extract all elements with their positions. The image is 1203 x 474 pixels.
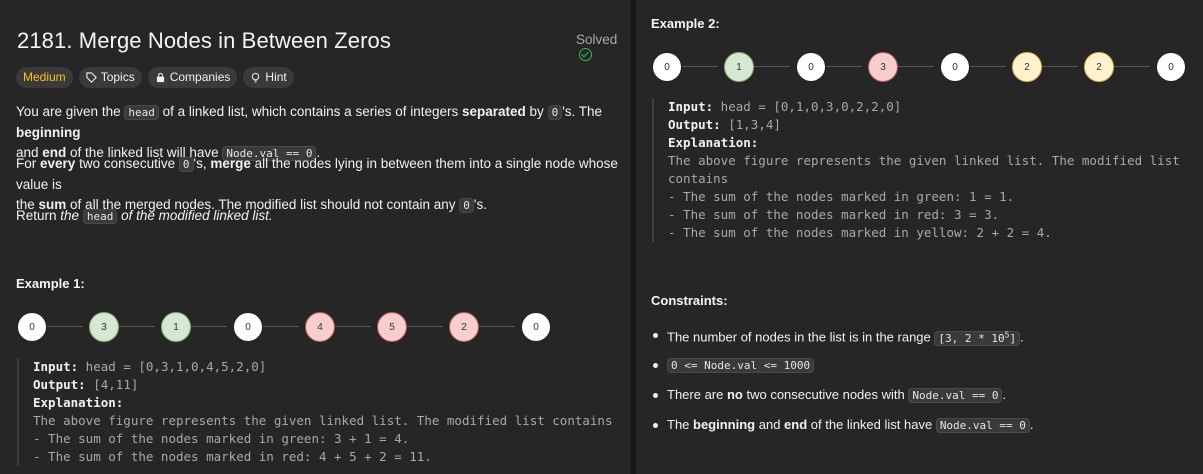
node-arrow — [407, 323, 449, 329]
list-node: 0 — [940, 52, 970, 82]
constraint-item: The number of nodes in the list is in th… — [652, 325, 1192, 355]
node-arrow — [47, 323, 89, 329]
example-1-label: Example 1: — [16, 276, 85, 291]
check-circle-icon — [579, 48, 592, 61]
node-arrow — [898, 63, 940, 69]
node-arrow — [263, 323, 305, 329]
list-node: 2 — [1012, 52, 1042, 82]
example-1-block: Input: head = [0,3,1,0,4,5,2,0] Output: … — [17, 358, 612, 466]
solved-label: Solved — [576, 32, 618, 47]
problem-description-panel-continued: Example 2: 0 1 0 3 0 2 2 0 Input: head = [0,1,0… — [636, 0, 1203, 474]
tag-icon — [86, 72, 97, 83]
example-1-linked-list-figure: 0 3 1 0 4 5 2 0 — [17, 310, 557, 344]
list-node: 1 — [724, 52, 754, 82]
node-arrow — [682, 63, 724, 69]
list-node: 2 — [449, 312, 479, 342]
constraints-list: The number of nodes in the list is in th… — [652, 325, 1192, 445]
list-node: 0 — [796, 52, 826, 82]
list-node: 0 — [17, 312, 47, 342]
example-2-block: Input: head = [0,1,0,3,0,2,2,0] Output: … — [652, 98, 1180, 242]
constraint-item: 0 <= Node.val <= 1000 — [652, 355, 1192, 385]
list-node: 5 — [377, 312, 407, 342]
problem-title[interactable]: 2181. Merge Nodes in Between Zeros — [17, 28, 391, 54]
node-arrow — [970, 63, 1012, 69]
constraint-item: There are no two consecutive nodes with … — [652, 385, 1192, 415]
list-node: 4 — [305, 312, 335, 342]
node-arrow — [335, 323, 377, 329]
constraints-label: Constraints: — [651, 293, 728, 308]
node-arrow — [479, 323, 521, 329]
hint-tag[interactable]: Hint — [243, 67, 294, 88]
companies-tag[interactable]: Companies — [147, 67, 238, 88]
list-node: 1 — [161, 312, 191, 342]
constraint-item: The beginning and end of the linked list… — [652, 415, 1192, 445]
list-node: 3 — [89, 312, 119, 342]
node-arrow — [754, 63, 796, 69]
list-node: 2 — [1084, 52, 1114, 82]
solved-status: Solved — [576, 32, 630, 63]
node-arrow — [1042, 63, 1084, 69]
list-node: 0 — [233, 312, 263, 342]
example-2-linked-list-figure: 0 1 0 3 0 2 2 0 — [652, 50, 1197, 84]
problem-description-panel: 2181. Merge Nodes in Between Zeros Solve… — [0, 0, 630, 474]
node-arrow — [119, 323, 161, 329]
list-node: 3 — [868, 52, 898, 82]
description-paragraph-3: Return the head of the modified linked l… — [16, 208, 273, 224]
node-arrow — [1114, 63, 1156, 69]
problem-tags: Medium Topics Companies Hint — [16, 67, 294, 88]
lightbulb-icon — [252, 72, 260, 83]
example-2-label: Example 2: — [651, 16, 720, 31]
list-node: 0 — [1156, 52, 1186, 82]
difficulty-badge: Medium — [16, 67, 73, 88]
lock-icon — [156, 72, 164, 83]
topics-tag[interactable]: Topics — [78, 67, 142, 88]
node-arrow — [191, 323, 233, 329]
node-arrow — [826, 63, 868, 69]
list-node: 0 — [521, 312, 551, 342]
list-node: 0 — [652, 52, 682, 82]
